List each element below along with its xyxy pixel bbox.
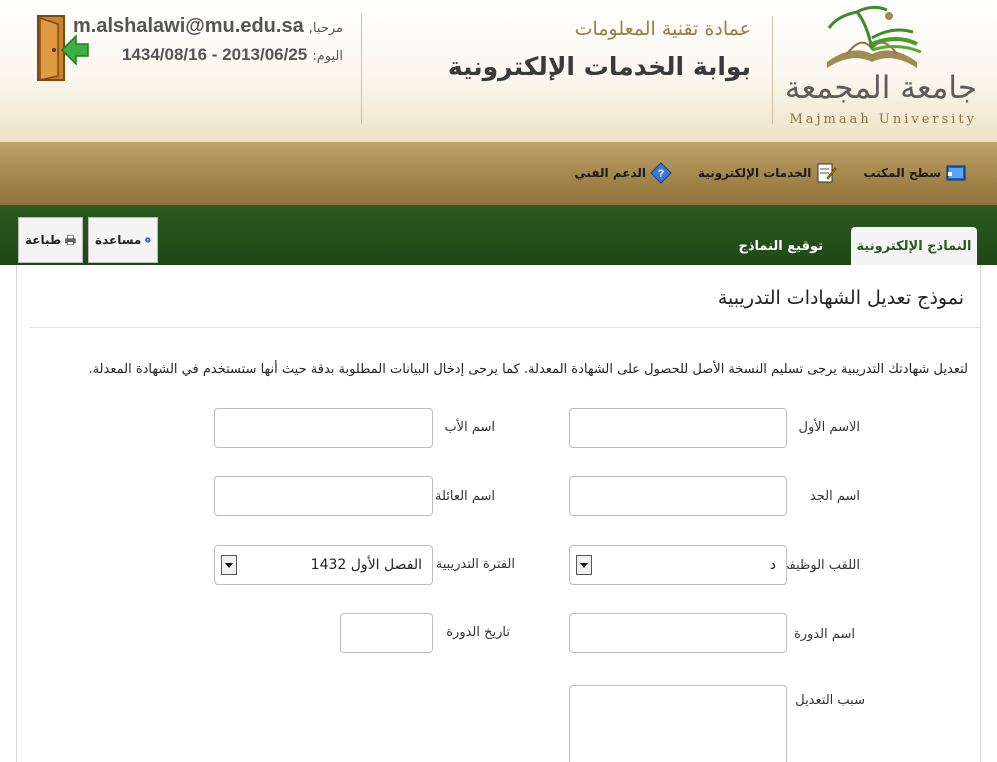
date-value: 2013/06/25 - 1434/08/16: [121, 45, 308, 64]
tab-e-forms[interactable]: النماذج الإلكترونية: [851, 227, 977, 265]
help-button[interactable]: ? مساعدة: [88, 217, 158, 263]
book-palm-emblem-icon: [827, 5, 922, 68]
family-name-input[interactable]: [214, 476, 433, 516]
first-name-label: الاسم الأول: [798, 420, 860, 435]
training-period-selected: الفصل الأول 1432: [310, 557, 422, 573]
forms-tab-bar: النماذج الإلكترونية توقيع النماذج ? مساع…: [0, 205, 997, 265]
university-name-english: Majmaah University: [789, 112, 977, 127]
welcome-row: مرحبا, m.alshalawi@mu.edu.sa: [73, 15, 343, 38]
logout-door-icon[interactable]: [36, 14, 90, 82]
svg-text:?: ?: [658, 168, 665, 180]
form-panel: نموذج تعديل الشهادات التدريبية لتعديل شه…: [16, 265, 981, 762]
training-period-select[interactable]: الفصل الأول 1432: [214, 545, 433, 585]
header-divider: [361, 14, 362, 124]
printer-icon: [65, 234, 76, 246]
date-row: اليوم: 2013/06/25 - 1434/08/16: [122, 45, 343, 65]
grandfather-name-label: اسم الجد: [809, 489, 860, 504]
training-period-label: الفترة التدريبية: [435, 557, 515, 572]
help-label: مساعدة: [95, 233, 142, 247]
first-name-input[interactable]: [569, 408, 787, 448]
dropdown-arrow-icon: [221, 555, 237, 575]
divider: [29, 327, 980, 328]
job-title-selected: د: [769, 557, 776, 573]
nav-item-label: الدعم الفني: [574, 166, 647, 180]
date-label: اليوم:: [312, 49, 343, 64]
job-title-select[interactable]: د: [569, 545, 787, 585]
main-nav-bar: سطح المكتب الخدمات الإلكترونية ? الدعم ا…: [0, 142, 997, 205]
nav-item-tech-support[interactable]: ? الدعم الفني: [574, 162, 672, 184]
dropdown-arrow-icon: [576, 555, 592, 575]
welcome-label: مرحبا,: [308, 21, 343, 36]
family-name-label: اسم العائلة: [435, 489, 495, 504]
print-label: طباعة: [25, 233, 62, 247]
nav-item-label: الخدمات الإلكترونية: [698, 166, 812, 180]
edit-reason-label: سبب التعديل: [795, 693, 865, 708]
desktop-icon: [946, 165, 966, 181]
tab-sign-forms[interactable]: توقيع النماذج: [726, 227, 835, 265]
father-name-label: اسم الأب: [444, 420, 495, 435]
grandfather-name-input[interactable]: [569, 476, 787, 516]
nav-item-label: سطح المكتب: [863, 166, 941, 180]
deanship-name: عمادة تقنية المعلومات: [574, 18, 751, 40]
course-date-label: تاريخ الدورة: [446, 625, 510, 640]
main-nav: سطح المكتب الخدمات الإلكترونية ? الدعم ا…: [574, 162, 967, 184]
course-date-input[interactable]: [340, 613, 433, 653]
page-title: نموذج تعديل الشهادات التدريبية: [717, 287, 964, 309]
svg-text:?: ?: [147, 238, 149, 242]
form-instructions: لتعديل شهادتك التدريبية يرجى تسليم النسخ…: [88, 362, 968, 377]
job-title-label: اللقب الوظيفي: [778, 558, 860, 573]
course-name-label: اسم الدورة: [793, 627, 855, 642]
portal-title: بوابة الخدمات الإلكترونية: [447, 52, 751, 81]
nav-item-desktop[interactable]: سطح المكتب: [863, 162, 967, 184]
university-logo[interactable]: جامعة المجمعة Majmaah University: [777, 4, 977, 130]
course-name-input[interactable]: [569, 613, 787, 653]
edit-reason-textarea[interactable]: [569, 685, 787, 762]
print-button[interactable]: طباعة: [18, 217, 83, 263]
father-name-input[interactable]: [214, 408, 433, 448]
header-divider: [772, 16, 773, 124]
site-header: جامعة المجمعة Majmaah University عمادة ت…: [0, 0, 997, 142]
university-name-arabic: جامعة المجمعة: [784, 70, 977, 106]
nav-item-e-services[interactable]: الخدمات الإلكترونية: [698, 162, 838, 184]
question-diamond-icon: ?: [650, 162, 672, 184]
user-email: m.alshalawi@mu.edu.sa: [73, 15, 304, 37]
help-icon: ?: [145, 237, 151, 243]
edit-form-icon: [817, 163, 838, 183]
